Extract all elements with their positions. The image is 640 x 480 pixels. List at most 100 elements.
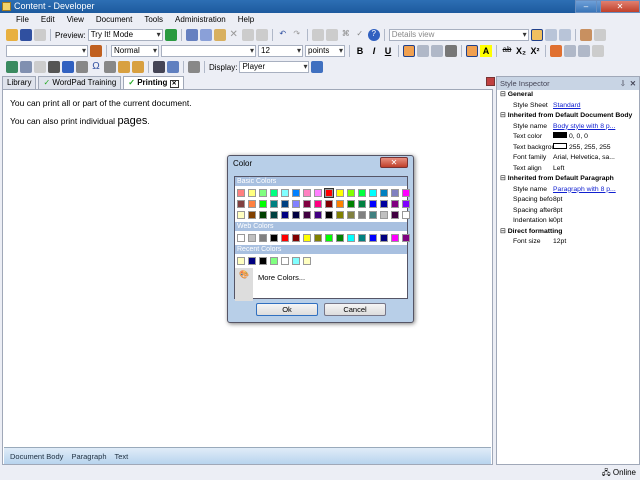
replace-icon[interactable] — [167, 61, 179, 73]
print-icon[interactable] — [34, 29, 46, 41]
copy-icon[interactable] — [199, 29, 212, 41]
anchor-icon[interactable] — [48, 61, 60, 73]
basic-color-swatch[interactable] — [259, 200, 267, 208]
basic-color-swatch[interactable] — [314, 211, 322, 219]
text-color-icon[interactable] — [466, 45, 478, 57]
menu-tools[interactable]: Tools — [138, 13, 169, 27]
basic-color-swatch[interactable] — [303, 211, 311, 219]
breadcrumb-text[interactable]: Text — [114, 452, 128, 461]
link-icon[interactable] — [20, 61, 32, 73]
display-select[interactable]: Player — [239, 61, 310, 73]
basic-color-swatch[interactable] — [391, 189, 399, 197]
web-color-swatch[interactable] — [303, 234, 311, 242]
cancel-button[interactable]: Cancel — [324, 303, 386, 316]
pin-icon[interactable]: ⇩ — [620, 77, 626, 90]
paragraph-style-select[interactable] — [6, 45, 88, 57]
basic-color-swatch[interactable] — [369, 200, 377, 208]
recent-color-swatch[interactable] — [259, 257, 267, 265]
ok-button[interactable]: Ok — [256, 303, 318, 316]
strikethrough-icon[interactable]: ab — [501, 45, 513, 57]
breadcrumb-paragraph[interactable]: Paragraph — [71, 452, 106, 461]
web-color-swatch[interactable] — [402, 234, 410, 242]
tab-close-icon[interactable]: ✕ — [169, 80, 179, 88]
minimize-button[interactable]: – — [575, 0, 597, 13]
paste-icon[interactable] — [213, 29, 226, 41]
find-icon[interactable] — [153, 61, 165, 73]
basic-color-swatch[interactable] — [259, 189, 267, 197]
web-color-swatch[interactable] — [369, 234, 377, 242]
menu-edit[interactable]: Edit — [35, 13, 61, 27]
image-icon[interactable] — [6, 61, 18, 73]
basic-color-swatch[interactable] — [402, 200, 410, 208]
basic-color-swatch[interactable] — [380, 200, 388, 208]
recent-color-swatch[interactable] — [281, 257, 289, 265]
basic-color-swatch[interactable] — [248, 200, 256, 208]
web-color-swatch[interactable] — [325, 234, 333, 242]
web-color-swatch[interactable] — [248, 234, 256, 242]
property-value[interactable]: Standard — [553, 101, 581, 112]
basic-color-swatch[interactable] — [237, 189, 245, 197]
basic-color-swatch[interactable] — [336, 200, 344, 208]
basic-color-swatch[interactable] — [292, 211, 300, 219]
open-icon[interactable] — [6, 29, 18, 41]
tab-wordpad-training[interactable]: ✓ WordPad Training — [38, 76, 122, 89]
recent-color-swatch[interactable] — [292, 257, 300, 265]
property-value[interactable]: Body style with 8 p... — [553, 122, 615, 133]
basic-color-swatch[interactable] — [270, 189, 278, 197]
go-icon[interactable] — [164, 29, 177, 41]
basic-color-swatch[interactable] — [270, 200, 278, 208]
basic-color-swatch[interactable] — [391, 211, 399, 219]
panel-toggle-icon[interactable] — [486, 77, 495, 86]
recent-color-swatch[interactable] — [248, 257, 256, 265]
basic-color-swatch[interactable] — [314, 200, 322, 208]
subscript-button[interactable]: X₂ — [515, 45, 527, 57]
highlight-button[interactable]: A — [480, 45, 492, 57]
basic-color-swatch[interactable] — [248, 211, 256, 219]
undo-icon[interactable]: ↶ — [277, 29, 289, 41]
basic-color-swatch[interactable] — [314, 189, 322, 197]
basic-color-swatch[interactable] — [281, 211, 289, 219]
web-color-swatch[interactable] — [237, 234, 245, 242]
basic-color-swatch[interactable] — [270, 211, 278, 219]
menu-file[interactable]: File — [10, 13, 35, 27]
menu-document[interactable]: Document — [90, 13, 138, 27]
page-break-icon[interactable] — [104, 61, 116, 73]
symbol-icon[interactable]: Ω — [90, 61, 102, 73]
style-select[interactable]: Normal — [111, 45, 159, 57]
indent-icon[interactable] — [592, 45, 604, 57]
basic-color-swatch[interactable] — [347, 211, 355, 219]
bullet-list-icon[interactable] — [578, 45, 590, 57]
basic-color-swatch[interactable] — [336, 211, 344, 219]
display-settings-icon[interactable] — [311, 61, 324, 73]
breadcrumb-document-body[interactable]: Document Body — [10, 452, 63, 461]
horizontal-split-icon[interactable] — [544, 29, 557, 41]
basic-color-swatch[interactable] — [369, 211, 377, 219]
web-color-swatch[interactable] — [270, 234, 278, 242]
basic-color-swatch[interactable] — [303, 189, 311, 197]
basic-color-swatch[interactable] — [281, 189, 289, 197]
property-value[interactable]: Paragraph with 8 p... — [553, 185, 616, 196]
underline-button[interactable]: U — [382, 45, 394, 57]
basic-color-swatch[interactable] — [336, 189, 344, 197]
eraser-icon[interactable] — [550, 45, 562, 57]
refresh-icon[interactable] — [593, 29, 606, 41]
basic-color-swatch[interactable] — [358, 211, 366, 219]
web-color-swatch[interactable] — [281, 234, 289, 242]
basic-color-swatch[interactable] — [402, 211, 410, 219]
web-color-swatch[interactable] — [358, 234, 366, 242]
paste-text-icon[interactable] — [132, 61, 144, 73]
font-select[interactable] — [161, 45, 256, 57]
italic-button[interactable]: I — [368, 45, 380, 57]
cut-icon[interactable] — [185, 29, 198, 41]
justify-icon[interactable] — [445, 45, 457, 57]
basic-color-swatch[interactable] — [292, 200, 300, 208]
align-left-icon[interactable] — [403, 45, 415, 57]
find-disabled-icon[interactable] — [255, 29, 268, 41]
details-view-icon[interactable] — [530, 29, 543, 41]
preview-select[interactable]: Try It! Mode — [87, 29, 163, 41]
table-icon[interactable] — [62, 61, 74, 73]
basic-color-swatch[interactable] — [391, 200, 399, 208]
basic-color-swatch[interactable] — [303, 200, 311, 208]
numbered-list-icon[interactable] — [564, 45, 576, 57]
recent-color-swatch[interactable] — [303, 257, 311, 265]
